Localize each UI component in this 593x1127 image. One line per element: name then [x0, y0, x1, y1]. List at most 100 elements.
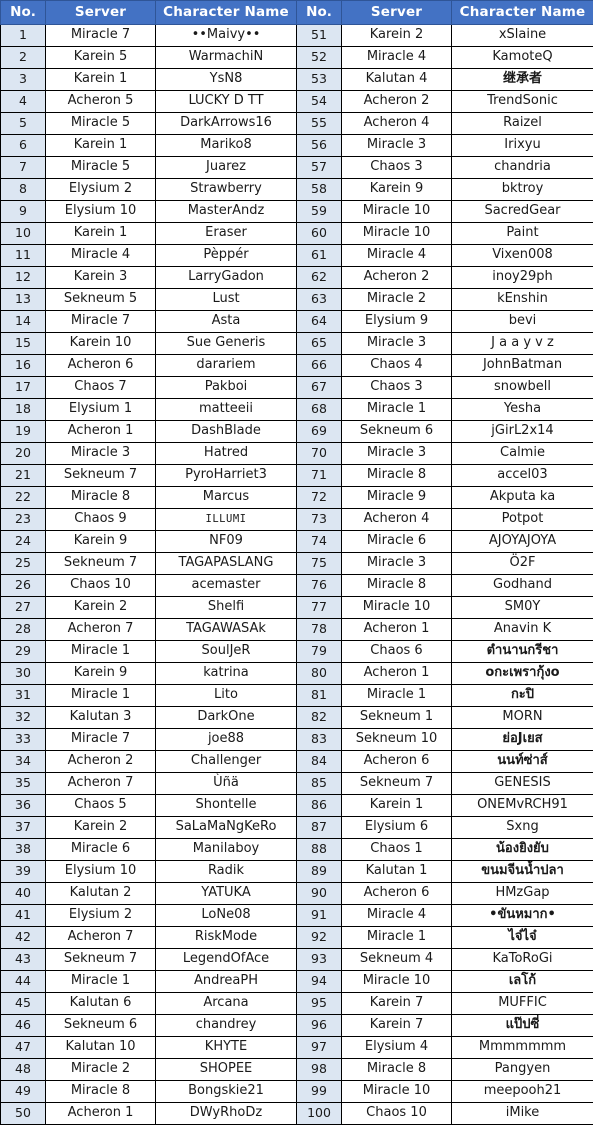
- cell-server: Acheron 4: [341, 508, 452, 531]
- cell-character-name: Juarez: [155, 156, 297, 179]
- cell-server: Karein 1: [341, 794, 452, 817]
- cell-no: 62: [296, 266, 342, 289]
- cell-no: 34: [0, 750, 46, 773]
- cell-character-name: Akputa ka: [451, 486, 593, 509]
- cell-character-name: Shelfi: [155, 596, 297, 619]
- cell-character-name: กะปิ: [451, 684, 593, 707]
- cell-no: 8: [0, 178, 46, 201]
- table-row: 45 Kalutan 6 Arcana 95 Karein 7 MUFFIC: [0, 992, 593, 1015]
- table-header: No. Server Character Name No. Server Cha…: [0, 0, 593, 25]
- cell-server: Sekneum 6: [45, 1014, 156, 1037]
- cell-character-name: bktroy: [451, 178, 593, 201]
- cell-no: 96: [296, 1014, 342, 1037]
- cell-character-name: เลโก้: [451, 970, 593, 993]
- cell-no: 47: [0, 1036, 46, 1059]
- cell-server: Miracle 3: [341, 552, 452, 575]
- cell-server: Karein 5: [45, 46, 156, 69]
- cell-no: 60: [296, 222, 342, 245]
- cell-no: 41: [0, 904, 46, 927]
- column-header-character-name-right[interactable]: Character Name: [451, 0, 593, 25]
- cell-server: Miracle 10: [341, 970, 452, 993]
- cell-character-name: Challenger: [155, 750, 297, 773]
- cell-character-name: ILLUMI: [155, 508, 297, 531]
- cell-server: Miracle 1: [341, 398, 452, 421]
- cell-no: 27: [0, 596, 46, 619]
- table-row: 48 Miracle 2 SHOPEE 98 Miracle 8 Pangyen: [0, 1058, 593, 1081]
- cell-character-name: Raizel: [451, 112, 593, 135]
- table-row: 40 Kalutan 2 YATUKA 90 Acheron 6 HMzGap: [0, 882, 593, 905]
- table-row: 35 Acheron 7 Ùñä 85 Sekneum 7 GENESIS: [0, 772, 593, 795]
- cell-character-name: ••Maivy••: [155, 24, 297, 47]
- cell-server: Acheron 5: [45, 90, 156, 113]
- cell-character-name: Ö2F: [451, 552, 593, 575]
- cell-server: Karein 2: [45, 596, 156, 619]
- table-row: 25 Sekneum 7 TAGAPASLANG 75 Miracle 3 Ö2F: [0, 552, 593, 575]
- cell-character-name: AJOYAJOYA: [451, 530, 593, 553]
- column-header-no-left[interactable]: No.: [0, 0, 46, 25]
- cell-no: 82: [296, 706, 342, 729]
- cell-server: Kalutan 10: [45, 1036, 156, 1059]
- cell-no: 78: [296, 618, 342, 641]
- table-row: 7 Miracle 5 Juarez 57 Chaos 3 chandria: [0, 156, 593, 179]
- cell-character-name: NF09: [155, 530, 297, 553]
- cell-server: Elysium 2: [45, 178, 156, 201]
- table-row: 24 Karein 9 NF09 74 Miracle 6 AJOYAJOYA: [0, 530, 593, 553]
- cell-server: Acheron 1: [45, 420, 156, 443]
- cell-character-name: xSlaine: [451, 24, 593, 47]
- cell-server: Karein 7: [341, 992, 452, 1015]
- cell-character-name: MORN: [451, 706, 593, 729]
- cell-server: Acheron 6: [45, 354, 156, 377]
- cell-server: Miracle 10: [341, 222, 452, 245]
- table-row: 14 Miracle 7 Asta 64 Elysium 9 bevi: [0, 310, 593, 333]
- cell-server: Miracle 1: [45, 684, 156, 707]
- cell-server: Miracle 1: [45, 640, 156, 663]
- table-row: 12 Karein 3 LarryGadon 62 Acheron 2 inoy29ph: [0, 266, 593, 289]
- table-row: 44 Miracle 1 AndreaPH 94 Miracle 10 เลโก้: [0, 970, 593, 993]
- cell-no: 42: [0, 926, 46, 949]
- cell-no: 63: [296, 288, 342, 311]
- cell-server: Miracle 3: [45, 442, 156, 465]
- cell-character-name: jGirL2x14: [451, 420, 593, 443]
- column-header-character-name-left[interactable]: Character Name: [155, 0, 297, 25]
- cell-server: Miracle 1: [341, 684, 452, 707]
- cell-no: 48: [0, 1058, 46, 1081]
- cell-character-name: ตำนานกรีชา: [451, 640, 593, 663]
- cell-character-name: HMzGap: [451, 882, 593, 905]
- table-row: 31 Miracle 1 Lito 81 Miracle 1 กะปิ: [0, 684, 593, 707]
- cell-character-name: ONEMvRCH91: [451, 794, 593, 817]
- table-row: 1 Miracle 7 ••Maivy•• 51 Karein 2 xSlaine: [0, 24, 593, 47]
- table-row: 5 Miracle 5 DarkArrows16 55 Acheron 4 Raizel: [0, 112, 593, 135]
- cell-no: 32: [0, 706, 46, 729]
- cell-character-name: chandria: [451, 156, 593, 179]
- cell-character-name: TAGAWASAk: [155, 618, 297, 641]
- cell-server: Chaos 10: [341, 1102, 452, 1125]
- cell-server: Sekneum 6: [341, 420, 452, 443]
- cell-no: 54: [296, 90, 342, 113]
- table-row: 29 Miracle 1 SoulJeR 79 Chaos 6 ตำนานกรีชา: [0, 640, 593, 663]
- table-row: 43 Sekneum 7 LegendOfAce 93 Sekneum 4 KaToRoG…: [0, 948, 593, 971]
- cell-server: Sekneum 5: [45, 288, 156, 311]
- cell-no: 67: [296, 376, 342, 399]
- cell-no: 58: [296, 178, 342, 201]
- cell-no: 12: [0, 266, 46, 289]
- cell-character-name: Shontelle: [155, 794, 297, 817]
- cell-character-name: darariem: [155, 354, 297, 377]
- column-header-server-left[interactable]: Server: [45, 0, 156, 25]
- column-header-server-right[interactable]: Server: [341, 0, 452, 25]
- cell-server: Sekneum 7: [45, 948, 156, 971]
- cell-server: Chaos 6: [341, 640, 452, 663]
- cell-server: Acheron 7: [45, 926, 156, 949]
- cell-server: Acheron 1: [341, 662, 452, 685]
- cell-no: 1: [0, 24, 46, 47]
- table-row: 26 Chaos 10 acemaster 76 Miracle 8 Godhand: [0, 574, 593, 597]
- cell-character-name: Irixyu: [451, 134, 593, 157]
- cell-character-name: acemaster: [155, 574, 297, 597]
- cell-no: 55: [296, 112, 342, 135]
- cell-server: Elysium 10: [45, 200, 156, 223]
- cell-character-name: YATUKA: [155, 882, 297, 905]
- column-header-no-right[interactable]: No.: [296, 0, 342, 25]
- cell-server: Chaos 3: [341, 156, 452, 179]
- cell-no: 91: [296, 904, 342, 927]
- cell-server: Karein 9: [45, 662, 156, 685]
- cell-server: Miracle 4: [341, 244, 452, 267]
